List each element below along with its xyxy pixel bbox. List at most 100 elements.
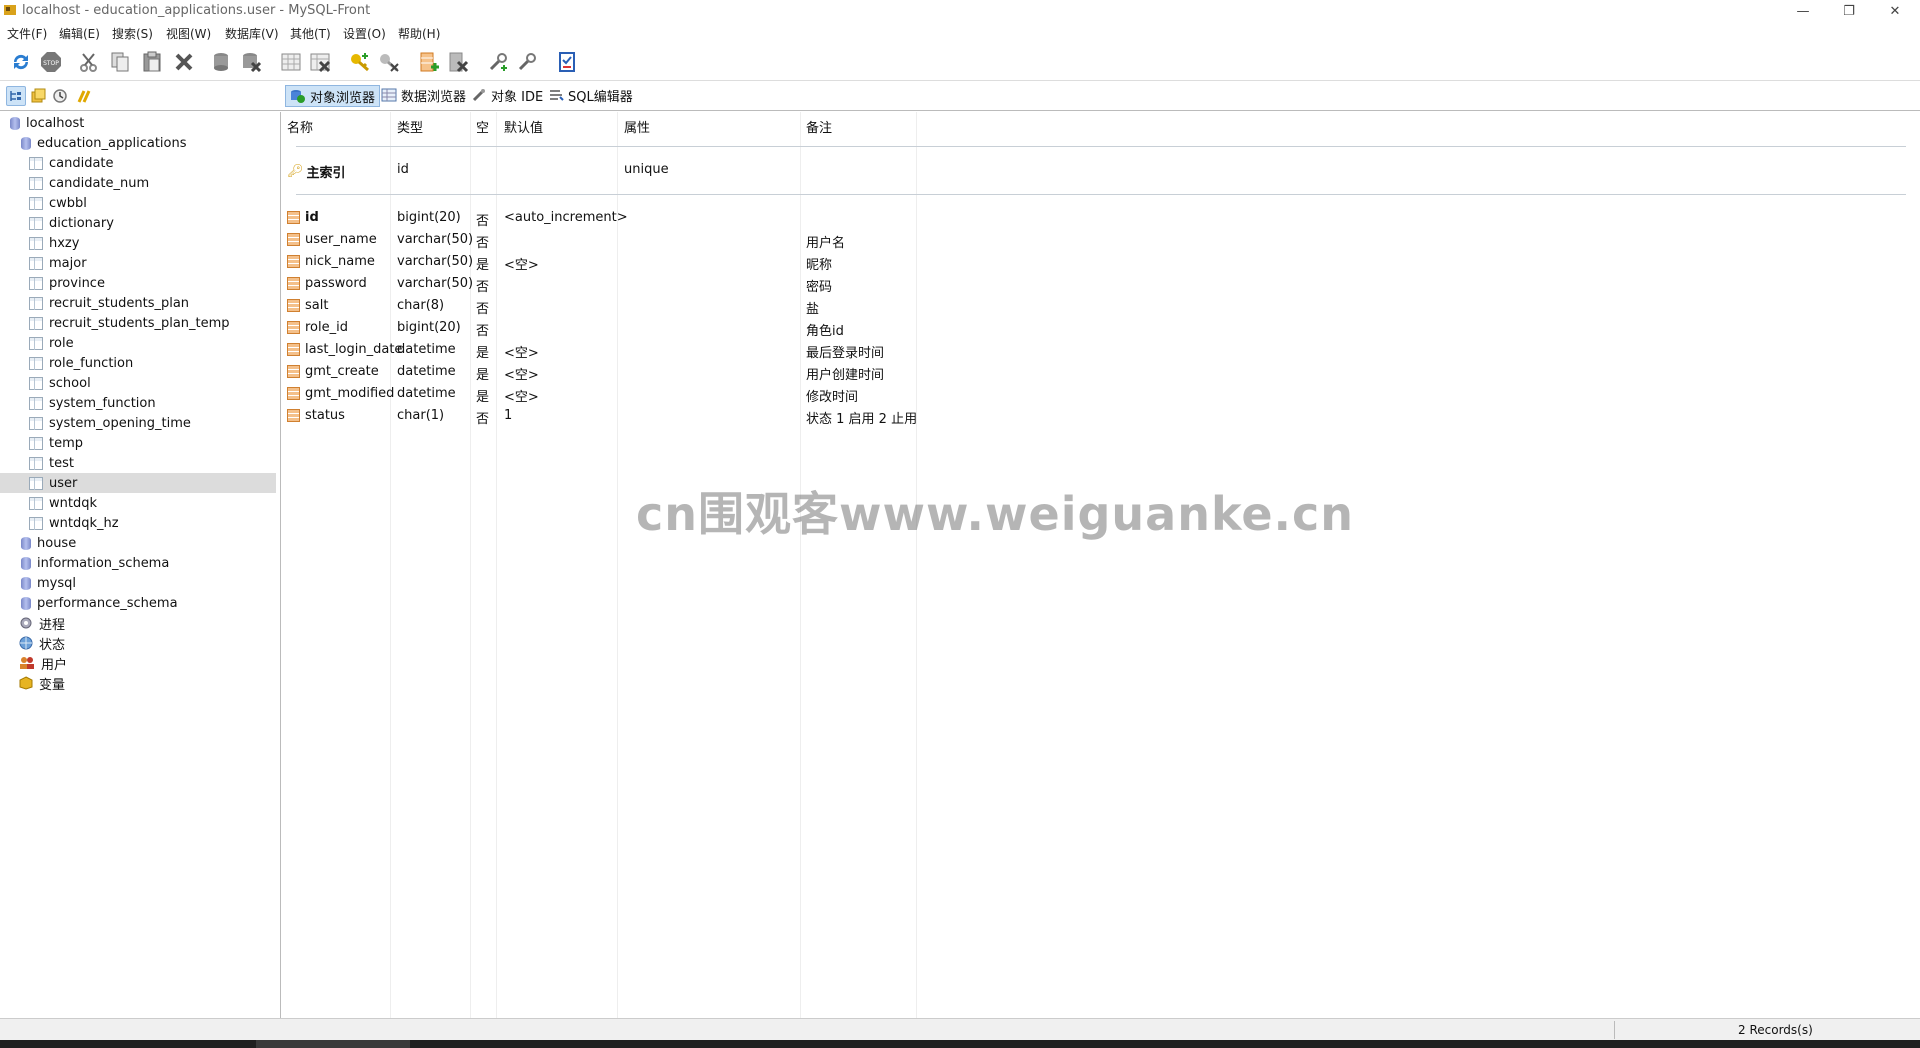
field-name: nick_name <box>305 254 375 269</box>
table-icon <box>29 496 43 510</box>
refresh-icon[interactable] <box>8 49 34 75</box>
checklist-icon[interactable] <box>554 49 580 75</box>
tree-processes[interactable]: 进程 <box>19 613 65 633</box>
tree-view-icon[interactable] <box>6 86 26 106</box>
tree-table-province[interactable]: province <box>29 273 105 293</box>
main-toolbar: STOP <box>0 44 1920 81</box>
tree-table-cwbbl[interactable]: cwbbl <box>29 193 87 213</box>
key-new-icon[interactable] <box>347 49 373 75</box>
tree-db-house[interactable]: house <box>21 533 76 553</box>
column-header-comment[interactable]: 备注 <box>806 117 832 136</box>
table-icon <box>29 436 43 450</box>
key-delete-icon[interactable] <box>376 49 402 75</box>
tab-object-ide-label: 对象 IDE <box>491 89 544 105</box>
tree-label: temp <box>49 435 84 451</box>
tree-table-candidate[interactable]: candidate <box>29 153 114 173</box>
delete-icon[interactable] <box>171 49 197 75</box>
column-header-name[interactable]: 名称 <box>287 117 313 136</box>
field-comment: 状态 1 启用 2 止用 <box>806 412 918 427</box>
link-delete-icon[interactable] <box>514 49 540 75</box>
menu-database[interactable]: 数据库(V) <box>225 25 279 42</box>
database-icon <box>21 536 31 550</box>
tree-table-system-opening-time[interactable]: system_opening_time <box>29 413 191 433</box>
tree-db-performance-schema[interactable]: performance_schema <box>21 593 178 613</box>
menu-file[interactable]: 文件(F) <box>7 25 47 42</box>
tab-data-browser[interactable]: 数据浏览器 <box>377 85 470 105</box>
tree-users[interactable]: 用户 <box>19 653 67 673</box>
menu-settings[interactable]: 设置(O) <box>343 25 386 42</box>
field-null: 是 <box>476 368 490 383</box>
tree-status[interactable]: 状态 <box>19 633 65 653</box>
bookmarks-icon[interactable] <box>74 86 94 106</box>
tree-db-information-schema[interactable]: information_schema <box>21 553 169 573</box>
database-icon <box>21 576 31 590</box>
tree-table-school[interactable]: school <box>29 373 91 393</box>
menu-help[interactable]: 帮助(H) <box>398 25 440 42</box>
tab-data-browser-label: 数据浏览器 <box>401 89 467 105</box>
tree-table-major[interactable]: major <box>29 253 87 273</box>
db-new-icon[interactable] <box>209 49 235 75</box>
table-icon <box>29 476 43 490</box>
tree-table-user[interactable]: user <box>0 473 276 493</box>
tree-table-recruit-students-plan[interactable]: recruit_students_plan <box>29 293 189 313</box>
index-name: 主索引 <box>306 166 346 181</box>
table-icon <box>29 516 43 530</box>
minimize-button[interactable]: — <box>1780 0 1826 22</box>
field-delete-icon[interactable] <box>445 49 471 75</box>
cut-icon[interactable] <box>76 49 102 75</box>
tree-server-localhost[interactable]: localhost <box>10 113 84 133</box>
tree-variables[interactable]: 变量 <box>19 673 65 693</box>
tree-table-test[interactable]: test <box>29 453 74 473</box>
column-header-type[interactable]: 类型 <box>397 117 423 136</box>
taskbar-active-app[interactable] <box>256 1040 410 1048</box>
tree-table-candidate-num[interactable]: candidate_num <box>29 173 149 193</box>
maximize-button[interactable]: ❐ <box>1826 0 1872 22</box>
tree-db-mysql[interactable]: mysql <box>21 573 76 593</box>
tree-table-wntdqk-hz[interactable]: wntdqk_hz <box>29 513 119 533</box>
copy-icon[interactable] <box>107 49 133 75</box>
history-icon[interactable] <box>50 86 70 106</box>
record-count: 2 Records(s) <box>1738 1023 1813 1037</box>
tree-label: system_opening_time <box>49 415 191 431</box>
menu-view[interactable]: 视图(W) <box>166 25 211 42</box>
menu-other[interactable]: 其他(T) <box>290 25 331 42</box>
field-icon <box>287 233 300 246</box>
variables-icon <box>19 676 33 690</box>
tab-object-ide[interactable]: 对象 IDE <box>467 85 547 105</box>
db-delete-icon[interactable] <box>238 49 264 75</box>
link-new-icon[interactable] <box>485 49 511 75</box>
table-icon <box>29 396 43 410</box>
field-comment: 用户名 <box>806 236 846 251</box>
table-new-icon[interactable] <box>278 49 304 75</box>
tree-label: user <box>49 475 78 491</box>
column-header-default[interactable]: 默认值 <box>504 117 543 136</box>
object-ide-icon <box>472 89 485 102</box>
tree-label: performance_schema <box>37 595 178 611</box>
tree-db-education-applications[interactable]: education_applications <box>21 133 187 153</box>
table-icon <box>29 236 43 250</box>
field-new-icon[interactable] <box>416 49 442 75</box>
tree-table-dictionary[interactable]: dictionary <box>29 213 114 233</box>
close-button[interactable]: ✕ <box>1872 0 1918 22</box>
menu-search[interactable]: 搜索(S) <box>112 25 153 42</box>
menu-edit[interactable]: 编辑(E) <box>59 25 100 42</box>
favorites-icon[interactable] <box>28 86 48 106</box>
tree-table-role-function[interactable]: role_function <box>29 353 133 373</box>
field-name: status <box>305 408 345 423</box>
tree-label: hxzy <box>49 235 80 251</box>
tree-table-temp[interactable]: temp <box>29 433 83 453</box>
stop-icon[interactable]: STOP <box>38 49 64 75</box>
status-bar: 2 Records(s) <box>0 1018 1920 1041</box>
table-delete-icon[interactable] <box>307 49 333 75</box>
column-header-attributes[interactable]: 属性 <box>624 117 650 136</box>
tree-table-role[interactable]: role <box>29 333 74 353</box>
tree-table-system-function[interactable]: system_function <box>29 393 156 413</box>
tree-table-hxzy[interactable]: hxzy <box>29 233 79 253</box>
column-header-null[interactable]: 空 <box>476 117 489 136</box>
tree-table-wntdqk[interactable]: wntdqk <box>29 493 97 513</box>
tab-sql-editor[interactable]: SQL编辑器 <box>544 85 637 105</box>
tree-table-recruit-students-plan-temp[interactable]: recruit_students_plan_temp <box>29 313 230 333</box>
tree-label: 进程 <box>39 617 66 633</box>
tab-object-browser[interactable]: 对象浏览器 <box>285 85 381 107</box>
paste-icon[interactable] <box>139 49 165 75</box>
